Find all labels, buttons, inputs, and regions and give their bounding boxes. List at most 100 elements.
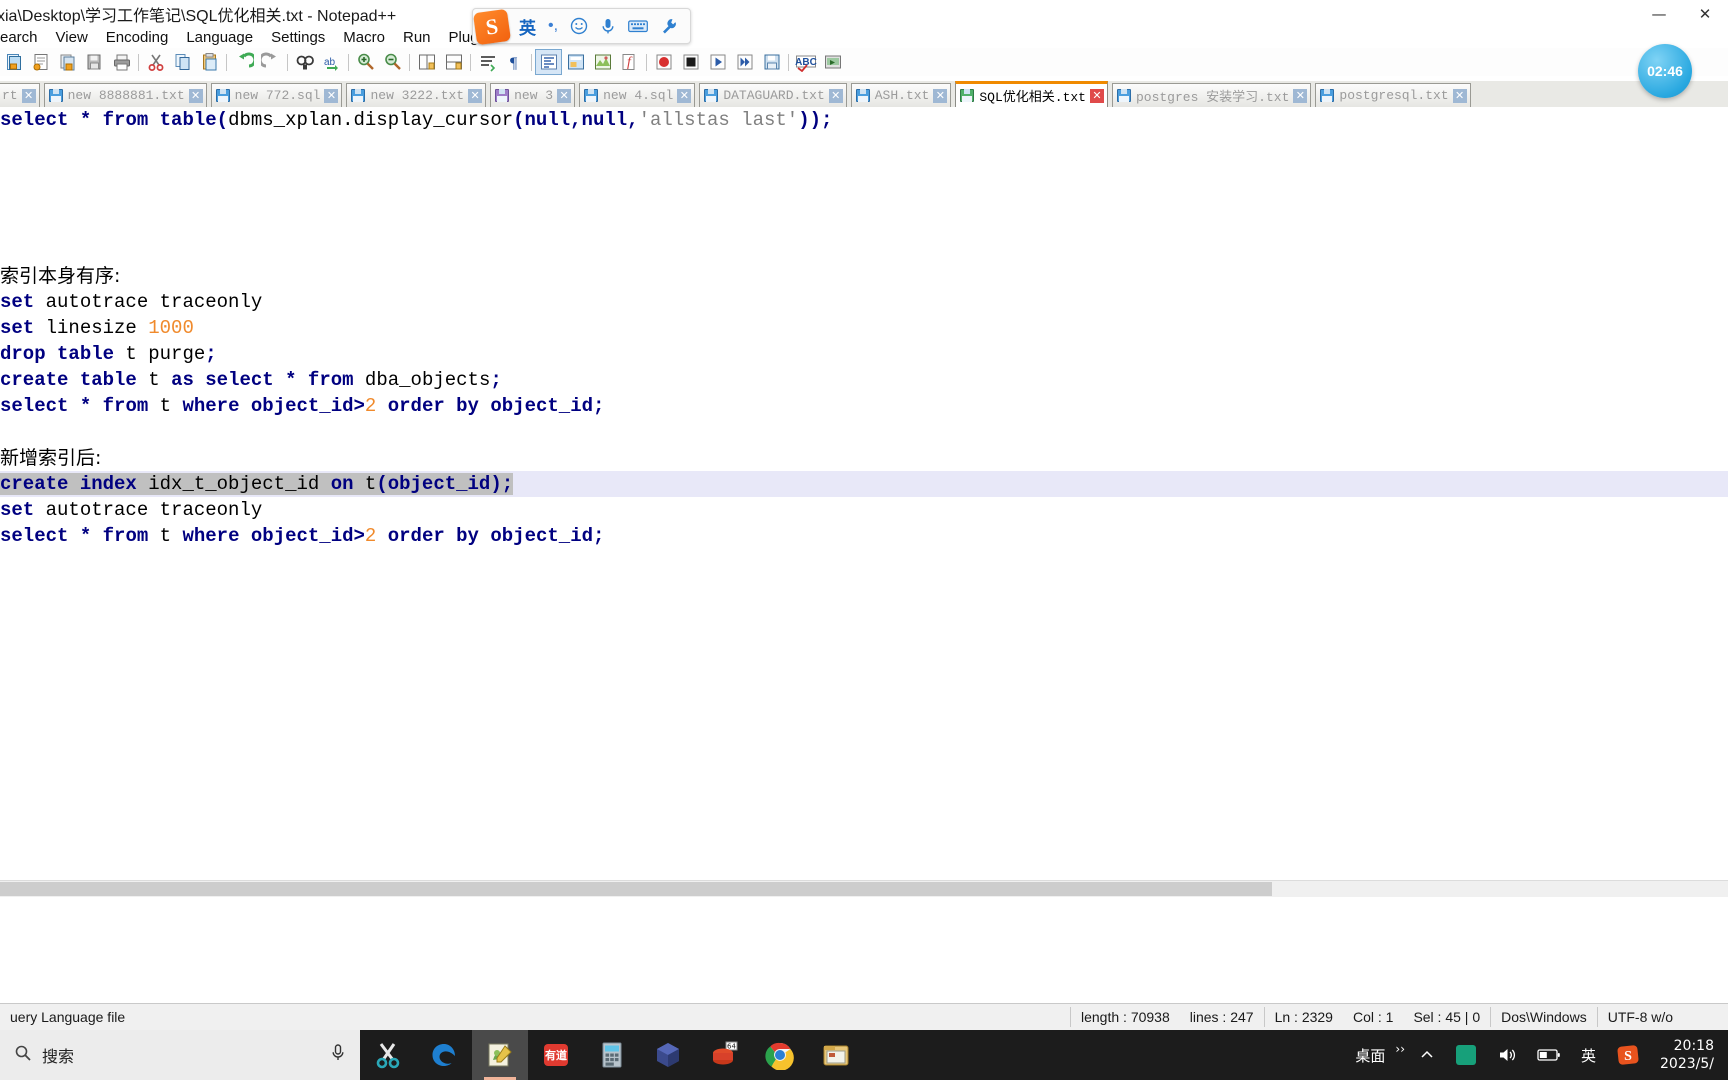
function-list-icon[interactable]: f bbox=[617, 50, 642, 74]
tab-close-icon[interactable]: ✕ bbox=[1089, 88, 1104, 103]
tab-close-icon[interactable]: ✕ bbox=[188, 88, 203, 103]
save-all-icon[interactable] bbox=[82, 50, 107, 74]
record-macro-icon[interactable] bbox=[651, 50, 676, 74]
menu-view[interactable]: View bbox=[47, 28, 97, 48]
document-map-icon[interactable] bbox=[590, 50, 615, 74]
tab-close-icon[interactable]: ✕ bbox=[557, 88, 572, 103]
ime-tools-icon[interactable] bbox=[654, 12, 684, 40]
taskbar-app-virtualbox[interactable] bbox=[640, 1030, 696, 1080]
tray-desktop-label[interactable]: 桌面 bbox=[1345, 1030, 1395, 1080]
volume-icon[interactable] bbox=[1487, 1030, 1527, 1080]
minimize-button[interactable]: — bbox=[1636, 0, 1682, 28]
tab-new-4[interactable]: new 4.sql ✕ bbox=[579, 83, 696, 107]
horizontal-scrollbar[interactable] bbox=[0, 880, 1728, 897]
battery-icon[interactable] bbox=[1527, 1030, 1571, 1080]
taskbar-app-oracle-vm-64[interactable]: 64 bbox=[696, 1030, 752, 1080]
status-encoding[interactable]: UTF-8 w/o bbox=[1598, 1004, 1683, 1031]
sync-horizontal-scroll-icon[interactable] bbox=[441, 50, 466, 74]
zoom-in-icon[interactable] bbox=[353, 50, 378, 74]
ime-punctuation-icon[interactable]: •, bbox=[542, 12, 564, 40]
microphone-icon[interactable] bbox=[330, 1043, 346, 1067]
taskbar-search-box[interactable]: 搜索 bbox=[0, 1030, 360, 1080]
sogou-logo-icon[interactable]: S bbox=[472, 8, 512, 46]
editor-line-1[interactable] bbox=[0, 133, 1728, 159]
ime-keyboard-icon[interactable] bbox=[622, 12, 654, 40]
editor-line-3[interactable] bbox=[0, 185, 1728, 211]
stop-macro-icon[interactable] bbox=[678, 50, 703, 74]
user-defined-dialog-icon[interactable] bbox=[563, 50, 588, 74]
open-file-icon[interactable] bbox=[28, 50, 53, 74]
word-wrap-icon[interactable] bbox=[475, 50, 500, 74]
taskbar-app-youdao-dictionary[interactable]: 有道 bbox=[528, 1030, 584, 1080]
tray-overflow-icon[interactable]: ›› bbox=[1395, 1030, 1409, 1080]
show-all-characters-icon[interactable]: ¶ bbox=[502, 50, 527, 74]
taskbar-clock[interactable]: 20:18 2023/5/ bbox=[1650, 1030, 1728, 1080]
sogou-ime-toolbar[interactable]: S 英 •, bbox=[472, 8, 692, 46]
menu-settings[interactable]: Settings bbox=[262, 28, 334, 48]
new-file-icon[interactable] bbox=[1, 50, 26, 74]
sync-vertical-scroll-icon[interactable] bbox=[414, 50, 439, 74]
tab-new-3[interactable]: new 3 ✕ bbox=[490, 83, 576, 107]
print-icon[interactable] bbox=[109, 50, 134, 74]
run-icon[interactable] bbox=[820, 50, 845, 74]
indent-guide-icon[interactable] bbox=[535, 49, 562, 75]
editor-line-12[interactable] bbox=[0, 419, 1728, 445]
tab-new-3222[interactable]: new 3222.txt ✕ bbox=[346, 83, 487, 107]
taskbar-app-microsoft-edge[interactable] bbox=[416, 1030, 472, 1080]
editor-line-5[interactable] bbox=[0, 237, 1728, 263]
ime-voice-icon[interactable] bbox=[594, 12, 622, 40]
ime-mode-english-icon[interactable]: 英 bbox=[513, 12, 542, 40]
cut-icon[interactable] bbox=[143, 50, 168, 74]
tab-close-icon[interactable]: ✕ bbox=[324, 88, 339, 103]
editor-line-16[interactable]: select * from t where object_id>2 order … bbox=[0, 523, 1728, 549]
editor-line-8[interactable]: set linesize 1000 bbox=[0, 315, 1728, 341]
menu-macro[interactable]: Macro bbox=[334, 28, 394, 48]
save-macro-icon[interactable] bbox=[759, 50, 784, 74]
tab-close-icon[interactable]: ✕ bbox=[677, 88, 692, 103]
redo-icon[interactable] bbox=[258, 50, 283, 74]
save-icon[interactable] bbox=[55, 50, 80, 74]
ime-emoji-icon[interactable] bbox=[564, 12, 594, 40]
taskbar-app-google-chrome[interactable] bbox=[752, 1030, 808, 1080]
menu-encoding[interactable]: Encoding bbox=[97, 28, 178, 48]
editor-line-11[interactable]: select * from t where object_id>2 order … bbox=[0, 393, 1728, 419]
close-button[interactable]: ✕ bbox=[1682, 0, 1728, 28]
paste-icon[interactable] bbox=[197, 50, 222, 74]
tab-close-icon[interactable]: ✕ bbox=[468, 88, 483, 103]
tray-app-icon[interactable] bbox=[1445, 1030, 1487, 1080]
menu-language[interactable]: Language bbox=[177, 28, 262, 48]
editor-line-15[interactable]: set autotrace traceonly bbox=[0, 497, 1728, 523]
editor-line-0[interactable]: select * from table(dbms_xplan.display_c… bbox=[0, 107, 1728, 133]
editor-line-6[interactable]: 索引本身有序: bbox=[0, 263, 1728, 289]
scrollbar-thumb[interactable] bbox=[0, 882, 1272, 896]
find-icon[interactable] bbox=[292, 50, 317, 74]
chevron-up-icon[interactable] bbox=[1409, 1030, 1445, 1080]
copy-icon[interactable] bbox=[170, 50, 195, 74]
editor-line-10[interactable]: create table t as select * from dba_obje… bbox=[0, 367, 1728, 393]
zoom-out-icon[interactable] bbox=[380, 50, 405, 74]
editor-line-9[interactable]: drop table t purge; bbox=[0, 341, 1728, 367]
tab-ash[interactable]: ASH.txt ✕ bbox=[850, 83, 952, 107]
tab-postgres-install[interactable]: postgres 安装学习.txt ✕ bbox=[1111, 83, 1312, 107]
taskbar-app-notepad-plus-plus[interactable] bbox=[472, 1030, 528, 1080]
sogou-tray-icon[interactable]: S bbox=[1606, 1030, 1650, 1080]
replace-icon[interactable]: ab bbox=[319, 50, 344, 74]
editor-line-7[interactable]: set autotrace traceonly bbox=[0, 289, 1728, 315]
tab-close-icon[interactable]: ✕ bbox=[933, 88, 948, 103]
tab-close-icon[interactable]: ✕ bbox=[21, 88, 36, 103]
editor-line-14[interactable]: create index idx_t_object_id on t(object… bbox=[0, 471, 1728, 497]
taskbar-app-snipping-tool[interactable] bbox=[360, 1030, 416, 1080]
undo-icon[interactable] bbox=[231, 50, 256, 74]
taskbar-app-calculator[interactable] bbox=[584, 1030, 640, 1080]
tab-postgresql[interactable]: postgresql.txt ✕ bbox=[1315, 83, 1471, 107]
play-macro-icon[interactable] bbox=[705, 50, 730, 74]
status-eol-format[interactable]: Dos\Windows bbox=[1491, 1004, 1597, 1031]
taskbar-app-file-explorer[interactable] bbox=[808, 1030, 864, 1080]
tab-new-772[interactable]: new 772.sql ✕ bbox=[210, 83, 343, 107]
editor-line-2[interactable] bbox=[0, 159, 1728, 185]
tab-close-icon[interactable]: ✕ bbox=[1452, 88, 1467, 103]
editor-line-13[interactable]: 新增索引后: bbox=[0, 445, 1728, 471]
spell-check-icon[interactable]: ABC bbox=[793, 50, 818, 74]
menu-run[interactable]: Run bbox=[394, 28, 440, 48]
tab-dataguard[interactable]: DATAGUARD.txt ✕ bbox=[699, 83, 847, 107]
